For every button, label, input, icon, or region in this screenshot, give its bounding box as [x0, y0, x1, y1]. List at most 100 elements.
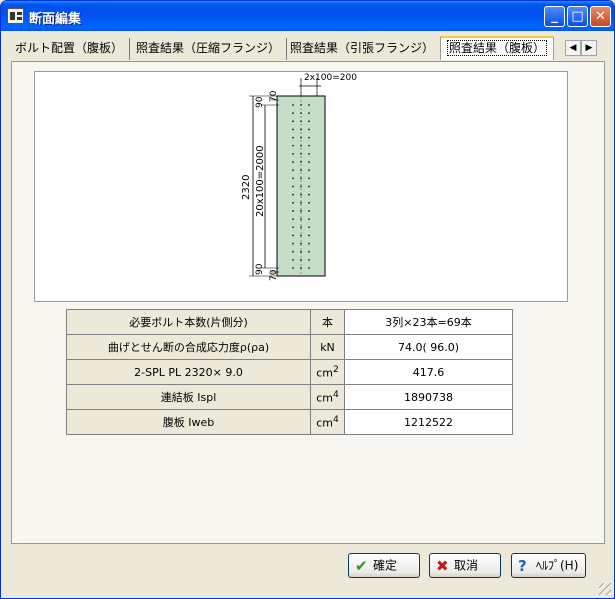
bolt-hole — [300, 250, 302, 253]
row-unit: cm4 — [310, 384, 345, 410]
unit-exponent: 4 — [332, 414, 339, 426]
bolt-hole — [292, 120, 294, 123]
tab-label: ボルト配置（腹板） — [15, 41, 124, 55]
bolt-hole — [292, 242, 294, 245]
ok-button[interactable]: ✔ 確定 — [348, 553, 420, 578]
bolt-hole — [308, 177, 310, 180]
bolt-hole — [300, 210, 302, 212]
minimize-icon: _ — [551, 9, 558, 24]
bolt-hole — [300, 169, 302, 172]
bolt-hole — [300, 112, 302, 115]
bolt-hole — [308, 250, 310, 253]
bolt-hole — [292, 226, 294, 229]
unit-base: cm — [316, 391, 333, 405]
tab-check-web[interactable]: 照査結果（腹板） — [440, 36, 555, 60]
row-unit: cm4 — [310, 409, 345, 435]
bolt-hole — [300, 144, 302, 147]
bolt-hole — [292, 112, 294, 115]
total-length-dimension: 2320 — [241, 175, 252, 200]
top-dimension: 2x100=200 — [304, 73, 357, 83]
table-row: 腹板 Iweb cm4 1212522 — [66, 409, 513, 435]
bolt-hole — [292, 161, 294, 163]
arrow-right-icon[interactable]: ▶ — [581, 40, 597, 56]
unit-exponent: 4 — [332, 389, 339, 401]
bolt-hole — [300, 234, 302, 237]
bolt-hole — [308, 161, 310, 163]
row-value: 1890738 — [344, 384, 513, 410]
dialog-window: 断面編集 _ □ ✕ ボルト配置（腹板） 照査結果（圧縮フランジ） 照査結果（引… — [0, 0, 615, 599]
cancel-button[interactable]: ✖ 取消 — [429, 553, 501, 578]
tab-strip: ボルト配置（腹板） 照査結果（圧縮フランジ） 照査結果（引張フランジ） 照査結果… — [9, 35, 605, 61]
check-icon: ✔ — [355, 556, 368, 575]
arrow-left-icon[interactable]: ◀ — [565, 40, 581, 56]
bottom-edge-dimension-90: 90 — [255, 263, 265, 275]
bolt-hole — [308, 258, 310, 261]
tab-check-tension-flange[interactable]: 照査結果（引張フランジ） — [284, 38, 442, 60]
tab-check-compression-flange[interactable]: 照査結果（圧縮フランジ） — [130, 38, 288, 60]
tab-label: 照査結果（腹板） — [447, 40, 548, 56]
table-row: 連結板 Ispl cm4 1890738 — [66, 384, 513, 410]
bolt-hole — [308, 234, 310, 237]
help-label: ﾍﾙﾌﾟ(H) — [536, 558, 579, 573]
bolt-hole — [308, 201, 310, 204]
maximize-button[interactable]: □ — [567, 6, 588, 27]
bolt-hole — [308, 267, 310, 269]
table-row: 曲げとせん断の合成応力度ρ(ρa) kN 74.0( 96.0) — [66, 334, 513, 360]
close-icon: ✕ — [595, 9, 606, 24]
question-icon: ? — [518, 556, 527, 575]
resize-grip[interactable] — [599, 583, 611, 595]
row-value: 74.0( 96.0) — [344, 334, 513, 360]
bolt-hole — [292, 250, 294, 253]
bolt-hole — [308, 210, 310, 212]
bolt-hole — [292, 153, 294, 155]
bolt-hole — [300, 201, 302, 204]
tab-bolt-layout-web[interactable]: ボルト配置（腹板） — [9, 38, 131, 60]
bolt-hole — [308, 193, 310, 196]
help-button[interactable]: ? ﾍﾙﾌﾟ(H) — [511, 553, 586, 578]
bolt-hole — [292, 177, 294, 180]
bolt-hole — [292, 193, 294, 196]
bolt-hole — [300, 136, 302, 139]
bolt-hole — [292, 144, 294, 147]
bolt-hole — [292, 258, 294, 261]
unit-exponent: 2 — [332, 364, 339, 376]
row-value: 417.6 — [344, 359, 513, 385]
top-edge-dimension-90: 90 — [255, 96, 265, 108]
bolt-hole — [292, 185, 294, 188]
row-label: 連結板 Ispl — [66, 384, 311, 410]
tab-label: 照査結果（圧縮フランジ） — [136, 41, 281, 55]
bolt-hole — [300, 128, 302, 131]
title-bar[interactable]: 断面編集 _ □ ✕ — [1, 1, 614, 31]
maximize-icon: □ — [571, 9, 584, 24]
tab-label: 照査結果（引張フランジ） — [290, 41, 435, 55]
row-label: 曲げとせん断の合成応力度ρ(ρa) — [66, 334, 311, 360]
row-unit: 本 — [310, 309, 345, 335]
bolt-hole — [292, 218, 294, 221]
bolt-hole — [308, 226, 310, 229]
bolt-hole — [300, 258, 302, 261]
bolt-hole — [300, 267, 302, 269]
bolt-hole — [292, 104, 294, 106]
row-label: 腹板 Iweb — [66, 409, 311, 435]
pitch-dimension: 20x100=2000 — [255, 145, 266, 217]
row-value: 3列×23本=69本 — [344, 309, 513, 335]
bolt-hole — [308, 104, 310, 106]
table-row: 2-SPL PL 2320× 9.0 cm2 417.6 — [66, 359, 513, 385]
cancel-label: 取消 — [454, 558, 479, 573]
bolt-hole — [292, 267, 294, 269]
row-value: 1212522 — [344, 409, 513, 435]
bolt-hole — [308, 218, 310, 221]
bolt-hole — [300, 226, 302, 229]
bolt-hole — [300, 153, 302, 155]
drawing-svg: 2x100=200 2320 20x100=2000 90 70 90 70 — [241, 73, 357, 281]
bolt-hole — [308, 242, 310, 245]
minimize-button[interactable]: _ — [544, 6, 565, 27]
bolt-hole — [300, 120, 302, 123]
ok-label: 確定 — [373, 558, 398, 573]
bolt-hole — [292, 128, 294, 131]
bolt-hole — [300, 177, 302, 180]
bolt-hole — [308, 144, 310, 147]
close-button[interactable]: ✕ — [590, 6, 611, 27]
row-label: 必要ボルト本数(片側分) — [66, 309, 311, 335]
bottom-edge-dimension-70: 70 — [269, 269, 279, 281]
